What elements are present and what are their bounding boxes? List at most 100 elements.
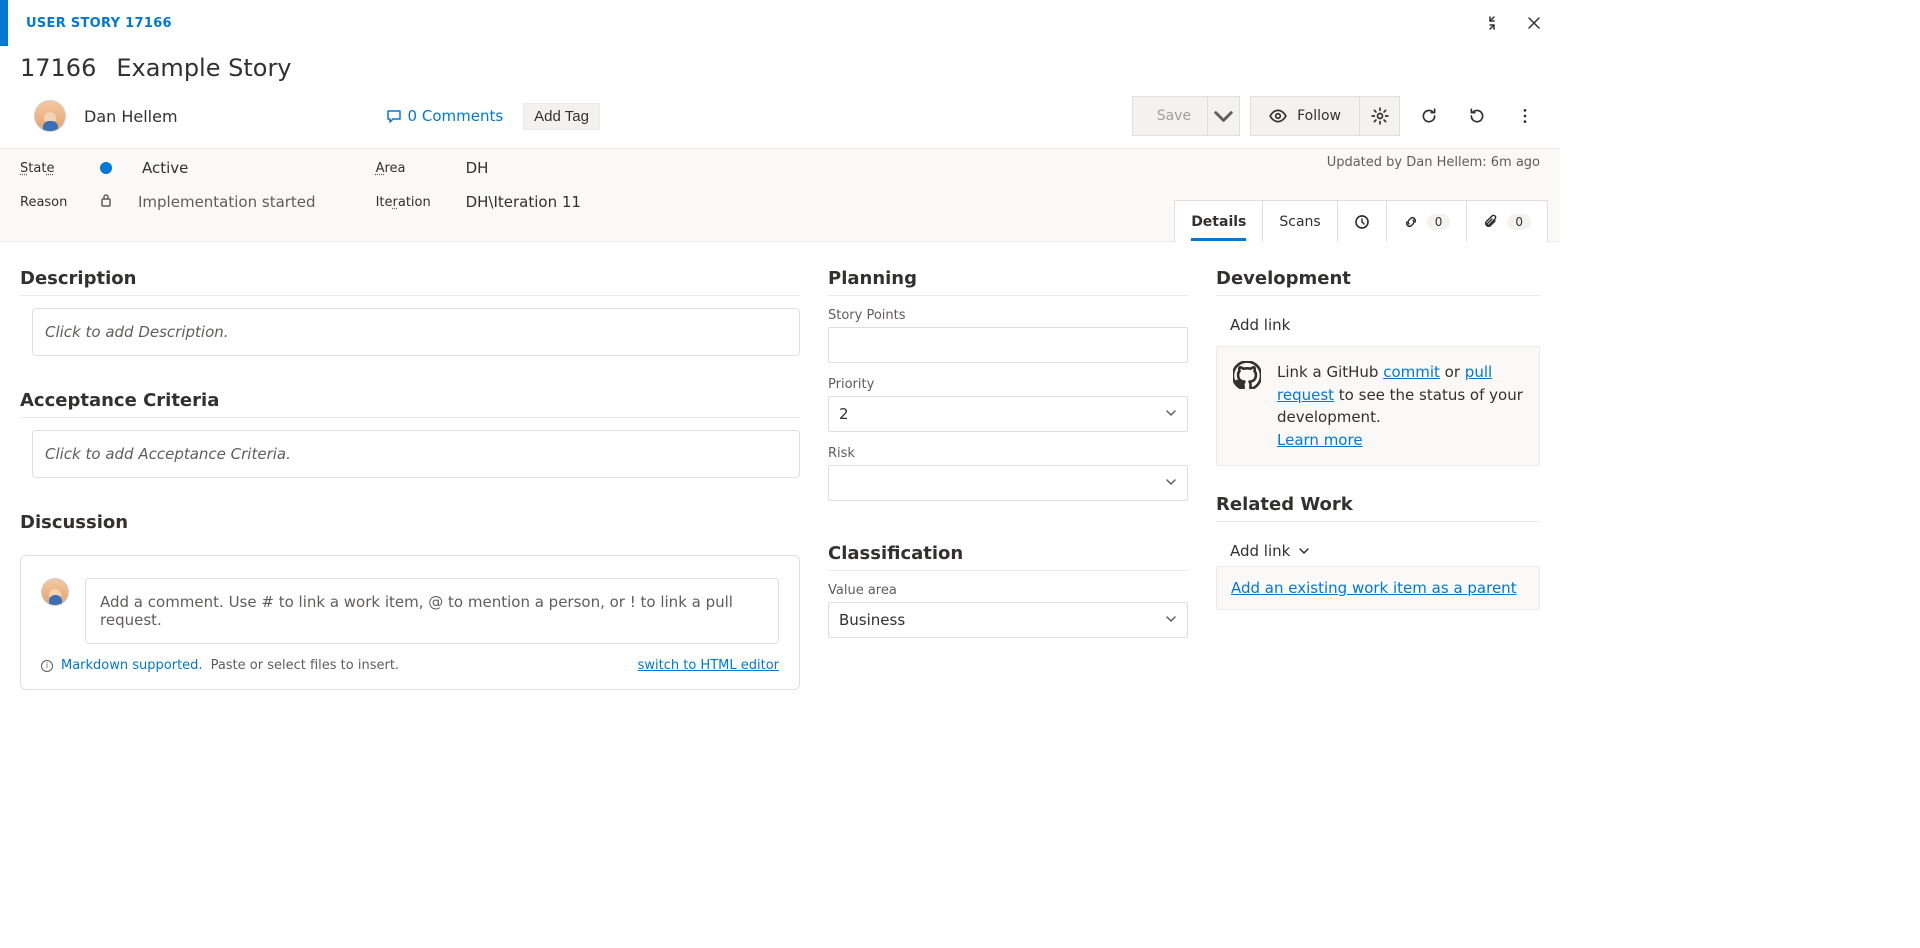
tab-scans-label: Scans	[1279, 214, 1320, 230]
state-value[interactable]: Active	[142, 159, 188, 177]
eye-icon	[1269, 107, 1287, 125]
divider	[20, 417, 800, 418]
acceptance-input[interactable]: Click to add Acceptance Criteria.	[32, 430, 800, 478]
owner-name[interactable]: Dan Hellem	[84, 107, 178, 126]
refresh-icon	[1420, 107, 1438, 125]
more-actions-button[interactable]	[1506, 96, 1544, 136]
close-button[interactable]	[1516, 5, 1552, 41]
github-callout: Link a GitHub commit or pull request to …	[1216, 346, 1540, 466]
link-icon	[1403, 214, 1419, 230]
save-split-button: Save	[1132, 96, 1240, 136]
priority-select[interactable]: 2	[828, 396, 1188, 432]
follow-settings-button[interactable]	[1359, 97, 1399, 135]
comment-icon	[386, 108, 402, 124]
kebab-icon	[1516, 107, 1534, 125]
follow-button[interactable]: Follow	[1251, 97, 1359, 135]
divider	[1216, 521, 1540, 522]
undo-button[interactable]	[1458, 96, 1496, 136]
chevron-down-icon	[1208, 101, 1239, 132]
priority-label: Priority	[828, 377, 1188, 392]
reason-label: Reason	[20, 195, 80, 210]
discussion-title: Discussion	[20, 512, 800, 533]
add-tag-button[interactable]: Add Tag	[523, 103, 600, 130]
restore-button[interactable]	[1474, 5, 1510, 41]
story-points-input[interactable]	[828, 327, 1188, 363]
current-user-avatar	[41, 578, 69, 606]
value-area-label: Value area	[828, 583, 1188, 598]
area-value[interactable]: DH	[466, 159, 489, 177]
markdown-supported-link[interactable]: Markdown supported.	[61, 658, 203, 673]
info-icon: i	[41, 660, 53, 672]
add-parent-link[interactable]: Add an existing work item as a parent	[1231, 579, 1517, 597]
undo-icon	[1468, 107, 1486, 125]
chevron-down-icon	[1298, 545, 1310, 557]
reason-value[interactable]: Implementation started	[138, 193, 316, 211]
gear-icon	[1371, 107, 1389, 125]
refresh-button[interactable]	[1410, 96, 1448, 136]
state-label: State	[20, 161, 80, 176]
follow-label: Follow	[1297, 108, 1341, 124]
gh-text-prefix: Link a GitHub	[1277, 363, 1383, 381]
chevron-down-icon	[1165, 474, 1177, 492]
chevron-down-icon	[1165, 611, 1177, 629]
lock-icon	[100, 193, 112, 211]
area-label: Area	[376, 161, 446, 176]
discussion-card: Add a comment. Use # to link a work item…	[20, 555, 800, 690]
comment-input[interactable]: Add a comment. Use # to link a work item…	[85, 578, 779, 644]
divider	[1216, 295, 1540, 296]
gh-learn-more-link[interactable]: Learn more	[1277, 431, 1363, 449]
development-title: Development	[1216, 268, 1540, 289]
github-icon	[1233, 361, 1261, 389]
parent-callout: Add an existing work item as a parent	[1216, 566, 1540, 610]
risk-select[interactable]	[828, 465, 1188, 501]
iteration-value[interactable]: DH\Iteration 11	[466, 193, 581, 211]
comments-link[interactable]: 0 Comments	[386, 107, 504, 125]
accent-strip	[0, 0, 8, 46]
related-title: Related Work	[1216, 494, 1540, 515]
paste-files-text: Paste or select files to insert.	[211, 658, 400, 673]
work-item-type-label: USER STORY 17166	[26, 16, 172, 31]
tab-attachments[interactable]: 0	[1467, 201, 1547, 242]
links-count: 0	[1427, 214, 1451, 230]
attachment-icon	[1483, 214, 1499, 230]
save-label: Save	[1157, 108, 1191, 124]
divider	[20, 295, 800, 296]
related-add-link[interactable]: Add link	[1216, 536, 1540, 566]
development-add-link[interactable]: Add link	[1216, 310, 1540, 340]
tab-history[interactable]	[1338, 201, 1387, 242]
gh-commit-link[interactable]: commit	[1383, 363, 1440, 381]
divider	[828, 295, 1188, 296]
attachments-count: 0	[1507, 214, 1531, 230]
acceptance-title: Acceptance Criteria	[20, 390, 800, 411]
save-button: Save	[1133, 97, 1207, 135]
description-title: Description	[20, 268, 800, 289]
work-item-title[interactable]: Example Story	[116, 54, 291, 82]
save-dropdown-button[interactable]	[1207, 97, 1239, 135]
related-add-link-label: Add link	[1230, 542, 1290, 560]
risk-label: Risk	[828, 446, 1188, 461]
story-points-label: Story Points	[828, 308, 1188, 323]
owner-avatar[interactable]	[34, 100, 66, 132]
work-item-type-header: USER STORY 17166	[18, 16, 172, 31]
gh-text-or: or	[1440, 363, 1465, 381]
value-area-select[interactable]: Business	[828, 602, 1188, 638]
comments-label: 0 Comments	[408, 107, 504, 125]
state-badge	[100, 162, 112, 174]
history-icon	[1354, 214, 1370, 230]
tab-scans[interactable]: Scans	[1263, 201, 1337, 242]
chevron-down-icon	[1165, 405, 1177, 423]
priority-value: 2	[839, 405, 849, 423]
tab-bar: Details Scans 0 0	[1174, 200, 1548, 242]
value-area-value: Business	[839, 611, 905, 629]
work-item-id: 17166	[20, 54, 96, 82]
iteration-label: Iteration	[376, 195, 446, 210]
updated-by-text: Updated by Dan Hellem: 6m ago	[1327, 155, 1540, 170]
tab-details[interactable]: Details	[1175, 201, 1263, 242]
switch-editor-link[interactable]: switch to HTML editor	[638, 658, 779, 673]
tab-details-label: Details	[1191, 203, 1246, 241]
planning-title: Planning	[828, 268, 1188, 289]
description-input[interactable]: Click to add Description.	[32, 308, 800, 356]
divider	[828, 570, 1188, 571]
tab-links[interactable]: 0	[1387, 201, 1468, 242]
classification-title: Classification	[828, 543, 1188, 564]
